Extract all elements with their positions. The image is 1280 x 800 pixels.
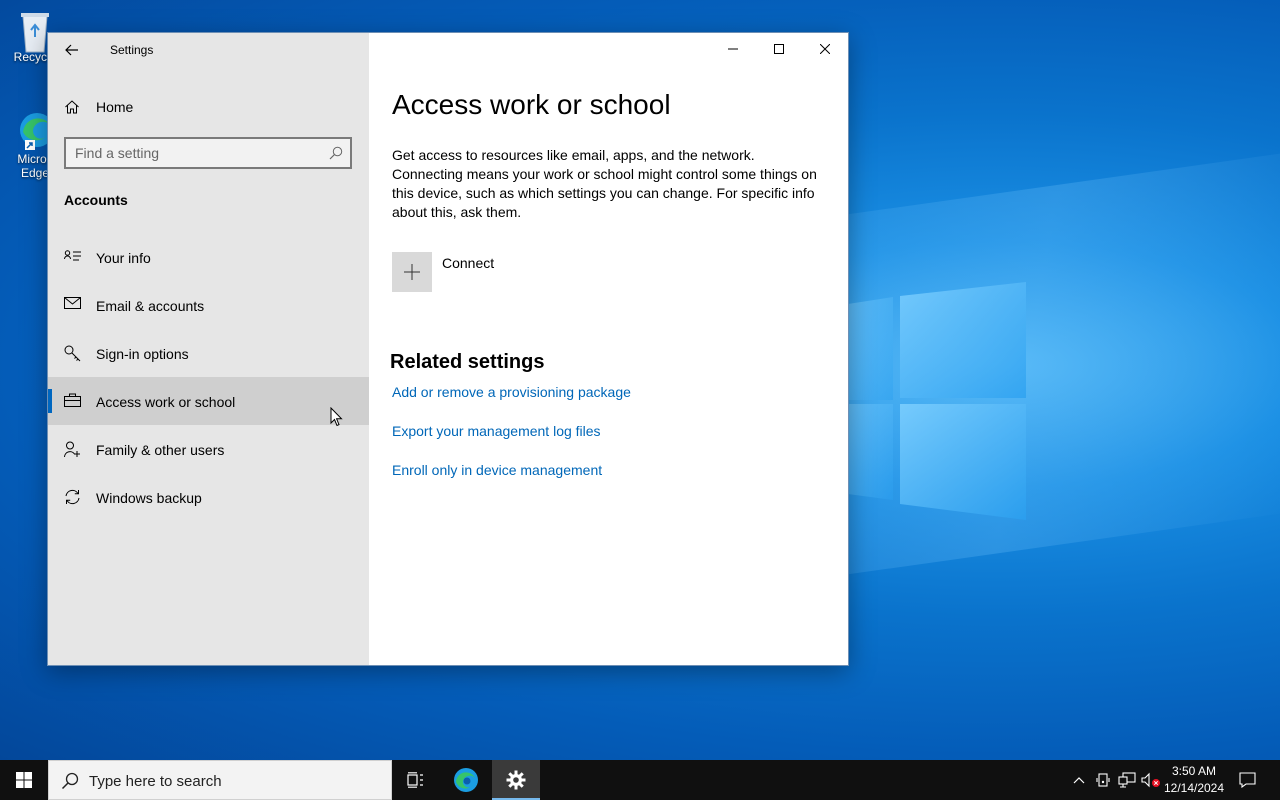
minimize-button[interactable] xyxy=(710,33,756,65)
notification-icon xyxy=(1238,772,1256,788)
taskbar-clock[interactable]: 3:50 AM 12/14/2024 xyxy=(1158,763,1230,797)
chevron-up-icon xyxy=(1073,777,1085,784)
tray-device-button[interactable] xyxy=(1092,760,1114,800)
network-tray-button[interactable] xyxy=(1116,760,1138,800)
search-icon xyxy=(329,146,343,165)
windows-start-icon xyxy=(16,772,32,788)
edge-taskbar-button[interactable] xyxy=(442,760,490,800)
search-icon xyxy=(61,772,79,795)
close-button[interactable] xyxy=(802,33,848,65)
maximize-button[interactable] xyxy=(756,33,802,65)
nav-item-access-work-school[interactable]: Access work or school xyxy=(48,377,369,425)
minimize-icon xyxy=(728,48,738,50)
page-description: Get access to resources like email, apps… xyxy=(392,147,817,220)
gear-icon xyxy=(506,770,526,790)
sidebar: Settings Home Accounts xyxy=(48,33,369,665)
nav-label: Access work or school xyxy=(96,394,236,410)
settings-taskbar-button[interactable] xyxy=(492,760,540,800)
link-provisioning-package[interactable]: Add or remove a provisioning package xyxy=(392,384,631,400)
taskbar-search-placeholder: Type here to search xyxy=(89,773,222,790)
nav-label: Email & accounts xyxy=(96,298,205,314)
contact-info-icon xyxy=(64,249,82,268)
nav-item-family-other-users[interactable]: Family & other users xyxy=(48,425,369,473)
device-icon xyxy=(1096,773,1110,787)
clock-date: 12/14/2024 xyxy=(1163,781,1225,795)
plus-icon xyxy=(404,264,420,280)
nav-item-email-accounts[interactable]: Email & accounts xyxy=(48,281,369,329)
link-enroll-device-management[interactable]: Enroll only in device management xyxy=(392,462,602,478)
window-caption-buttons xyxy=(710,33,848,65)
related-settings-title: Related settings xyxy=(390,351,545,373)
edge-icon xyxy=(454,768,478,792)
find-setting-search[interactable] xyxy=(64,137,352,169)
taskbar-search-box[interactable]: Type here to search xyxy=(48,760,392,800)
accounts-nav-list: Your info Email & accounts Sign-in optio… xyxy=(48,233,369,521)
start-button[interactable] xyxy=(0,760,48,800)
home-icon xyxy=(64,99,80,120)
add-person-icon xyxy=(64,441,81,463)
nav-item-sign-in-options[interactable]: Sign-in options xyxy=(48,329,369,377)
home-nav-item[interactable]: Home xyxy=(48,89,369,125)
task-view-button[interactable] xyxy=(392,760,440,800)
connect-button[interactable]: Connect xyxy=(392,252,592,294)
connect-tile xyxy=(392,252,432,292)
network-icon xyxy=(1118,772,1136,788)
nav-item-windows-backup[interactable]: Windows backup xyxy=(48,473,369,521)
sync-icon xyxy=(64,489,81,510)
nav-label: Windows backup xyxy=(96,490,202,506)
mouse-cursor-icon xyxy=(330,406,343,432)
nav-label: Sign-in options xyxy=(96,346,189,362)
nav-item-your-info[interactable]: Your info xyxy=(48,233,369,281)
find-setting-input[interactable] xyxy=(66,139,350,167)
taskbar: Type here to search 3:50 AM 12/14/2024 xyxy=(0,760,1280,800)
back-arrow-icon xyxy=(65,44,78,56)
title-bar: Settings xyxy=(48,33,369,67)
mail-icon xyxy=(64,297,81,315)
windows-logo-wallpaper xyxy=(848,282,1028,522)
show-hidden-icons-button[interactable] xyxy=(1068,760,1090,800)
maximize-icon xyxy=(774,44,784,54)
settings-window: Settings Home Accounts xyxy=(47,32,849,666)
task-view-icon xyxy=(407,772,423,788)
section-title-accounts: Accounts xyxy=(64,192,128,208)
action-center-button[interactable] xyxy=(1232,760,1262,800)
page-title: Access work or school xyxy=(392,89,671,120)
clock-time: 3:50 AM xyxy=(1171,764,1217,778)
link-export-management-logs[interactable]: Export your management log files xyxy=(392,423,601,439)
home-label: Home xyxy=(96,99,134,115)
nav-label: Family & other users xyxy=(96,442,225,458)
back-button[interactable] xyxy=(56,37,88,63)
briefcase-icon xyxy=(64,393,81,412)
app-title: Settings xyxy=(110,43,154,57)
key-icon xyxy=(64,345,81,367)
connect-label: Connect xyxy=(442,255,495,271)
nav-label: Your info xyxy=(96,250,151,266)
close-icon xyxy=(820,44,830,54)
